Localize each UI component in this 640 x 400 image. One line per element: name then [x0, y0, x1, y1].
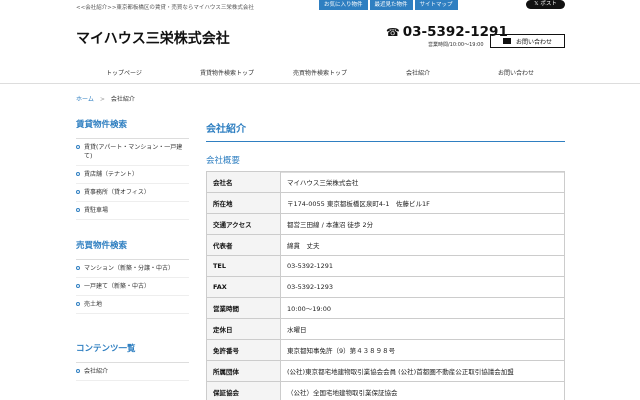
- sidebar-rent-list: 賃貸(アパート・マンション・一戸建て) 賃店舗（テナント） 賃事務所（貸オフィス…: [76, 138, 189, 220]
- sidebar-item-rent-store[interactable]: 賃店舗（テナント）: [76, 166, 189, 184]
- table-row: 代表者 綿貫 丈夫: [206, 234, 565, 256]
- phone-icon: ☎: [386, 25, 400, 39]
- sidebar-item-rent-office[interactable]: 賃事務所（貸オフィス）: [76, 184, 189, 202]
- table-row: 営業時間 10:00〜19:00: [206, 297, 565, 319]
- sidebar-contents-title: コンテンツ一覧: [76, 344, 136, 354]
- nav-item-top[interactable]: トップページ: [106, 68, 142, 77]
- page-title: 会社紹介: [206, 120, 565, 142]
- row-value: 10:00〜19:00: [280, 297, 565, 319]
- row-value: 03-5392-1291: [280, 255, 565, 277]
- breadcrumb-separator: >: [99, 96, 105, 103]
- sidebar-item-sale-land[interactable]: 売土地: [76, 296, 189, 314]
- x-post-label: ポスト: [540, 1, 557, 7]
- row-value: 〒174-0055 東京都板橋区泉町4-1 佐藤ビル1F: [280, 192, 565, 214]
- sidebar-item-rent-parking[interactable]: 賃駐車場: [76, 202, 189, 220]
- x-post-button[interactable]: 𝕏 ポスト: [526, 0, 565, 9]
- nav-item-contact[interactable]: お問い合わせ: [498, 68, 534, 77]
- utility-buttons: お気に入り物件 最近見た物件 サイトマップ: [319, 0, 458, 10]
- table-row: 定休日 水曜日: [206, 318, 565, 340]
- row-label: 営業時間: [206, 297, 281, 319]
- mail-icon: [502, 38, 511, 44]
- row-label: 保証協会: [206, 381, 281, 400]
- table-row: 免許番号 東京都知事免許（9）第４３８９８号: [206, 339, 565, 361]
- sidebar-item-rent-residential[interactable]: 賃貸(アパート・マンション・一戸建て): [76, 139, 189, 166]
- utility-bar: <<会社紹介>>東京都板橋区の賃貸・売買ならマイハウス三栄株式会社 お気に入り物…: [0, 0, 640, 12]
- table-row: FAX 03-5392-1293: [206, 276, 565, 298]
- table-row: 所在地 〒174-0055 東京都板橋区泉町4-1 佐藤ビル1F: [206, 192, 565, 214]
- sidebar-item-label: マンション（新築・分譲・中古）: [84, 265, 175, 272]
- sidebar-sale-title: 売買物件検索: [76, 241, 128, 251]
- bullet-icon: [76, 190, 80, 194]
- row-value: (公社)東京都宅地建物取引業協会会員 (公社)首都圏不動産公正取引協議会加盟: [280, 360, 565, 382]
- row-value: 水曜日: [280, 318, 565, 340]
- bullet-icon: [76, 284, 80, 288]
- row-label: 交通アクセス: [206, 213, 281, 235]
- sidebar-item-company[interactable]: 会社紹介: [76, 363, 189, 381]
- main-content: 会社紹介 会社概要 会社名 マイハウス三栄株式会社 所在地 〒174-0055 東京都…: [206, 120, 565, 400]
- bullet-icon: [76, 208, 80, 212]
- sidebar-sale-list: マンション（新築・分譲・中古） 一戸建て（新築・中古） 売土地: [76, 259, 189, 314]
- sidebar-item-label: 賃貸(アパート・マンション・一戸建て): [84, 144, 183, 160]
- nav-item-rent-search[interactable]: 賃貸物件検索トップ: [200, 68, 254, 77]
- row-value: 綿貫 丈夫: [280, 234, 565, 256]
- nav-item-company[interactable]: 会社紹介: [406, 68, 430, 77]
- breadcrumb: ホーム > 会社紹介: [76, 94, 135, 103]
- sidebar-contents-section: コンテンツ一覧 会社紹介: [76, 342, 189, 381]
- row-label: 代表者: [206, 234, 281, 256]
- bullet-icon: [76, 266, 80, 270]
- company-info-table: 会社名 マイハウス三栄株式会社 所在地 〒174-0055 東京都板橋区泉町4-1 佐…: [206, 171, 565, 400]
- breadcrumb-current: 会社紹介: [110, 96, 135, 103]
- bullet-icon: [76, 302, 80, 306]
- sidebar-rent-section: 賃貸物件検索 賃貸(アパート・マンション・一戸建て) 賃店舗（テナント） 賃事務…: [76, 118, 189, 220]
- sidebar-item-label: 賃店舗（テナント）: [84, 171, 139, 178]
- sidebar-item-sale-mansion[interactable]: マンション（新築・分譲・中古）: [76, 260, 189, 278]
- global-nav: トップページ 賃貸物件検索トップ 売買物件検索トップ 会社紹介 お問い合わせ: [0, 62, 640, 84]
- row-value: 東京都知事免許（9）第４３８９８号: [280, 339, 565, 361]
- sidebar-contents-list: 会社紹介: [76, 362, 189, 381]
- sitemap-button[interactable]: サイトマップ: [414, 0, 458, 10]
- favorites-button[interactable]: お気に入り物件: [319, 0, 368, 10]
- row-label: 所在地: [206, 192, 281, 214]
- sidebar-item-sale-house[interactable]: 一戸建て（新築・中古）: [76, 278, 189, 296]
- row-label: FAX: [206, 276, 281, 298]
- table-row: 所属団体 (公社)東京都宅地建物取引業協会会員 (公社)首都圏不動産公正取引協議会…: [206, 360, 565, 382]
- row-value: 都営三田線 / 本蓮沼 徒歩 2分: [280, 213, 565, 235]
- table-row: TEL 03-5392-1291: [206, 255, 565, 277]
- contact-label: お問い合わせ: [515, 38, 552, 46]
- breadcrumb-home[interactable]: ホーム: [76, 96, 94, 103]
- sidebar-item-label: 一戸建て（新築・中古）: [84, 283, 151, 290]
- row-label: 会社名: [206, 171, 281, 193]
- contact-button[interactable]: お問い合わせ: [490, 34, 565, 48]
- table-row: 交通アクセス 都営三田線 / 本蓮沼 徒歩 2分: [206, 213, 565, 235]
- row-label: 免許番号: [206, 339, 281, 361]
- table-row: 会社名 マイハウス三栄株式会社: [206, 171, 565, 193]
- business-hours: 営業時間/10:00〜19:00: [428, 42, 484, 48]
- sidebar-item-label: 賃事務所（貸オフィス）: [84, 189, 150, 196]
- bullet-icon: [76, 145, 80, 149]
- sidebar-rent-title: 賃貸物件検索: [76, 120, 128, 130]
- sidebar-item-label: 売土地: [84, 301, 103, 308]
- row-label: 所属団体: [206, 360, 281, 382]
- row-value: 03-5392-1293: [280, 276, 565, 298]
- row-label: 定休日: [206, 318, 281, 340]
- site-tagline: <<会社紹介>>東京都板橋区の賃貸・売買ならマイハウス三栄株式会社: [76, 5, 254, 11]
- bullet-icon: [76, 172, 80, 176]
- nav-item-sale-search[interactable]: 売買物件検索トップ: [293, 68, 347, 77]
- sidebar-sale-section: 売買物件検索 マンション（新築・分譲・中古） 一戸建て（新築・中古） 売土地: [76, 239, 189, 314]
- recently-viewed-button[interactable]: 最近見た物件: [369, 0, 413, 10]
- sidebar-item-label: 賃駐車場: [84, 207, 109, 214]
- table-row: 保証協会 （公社）全国宅地建物取引業保証協会: [206, 381, 565, 400]
- bullet-icon: [76, 369, 80, 373]
- sidebar-item-label: 会社紹介: [84, 368, 109, 375]
- row-value: （公社）全国宅地建物取引業保証協会: [280, 381, 565, 400]
- row-label: TEL: [206, 255, 281, 277]
- row-value: マイハウス三栄株式会社: [280, 171, 565, 193]
- company-logo-text[interactable]: マイハウス三栄株式会社: [76, 28, 230, 48]
